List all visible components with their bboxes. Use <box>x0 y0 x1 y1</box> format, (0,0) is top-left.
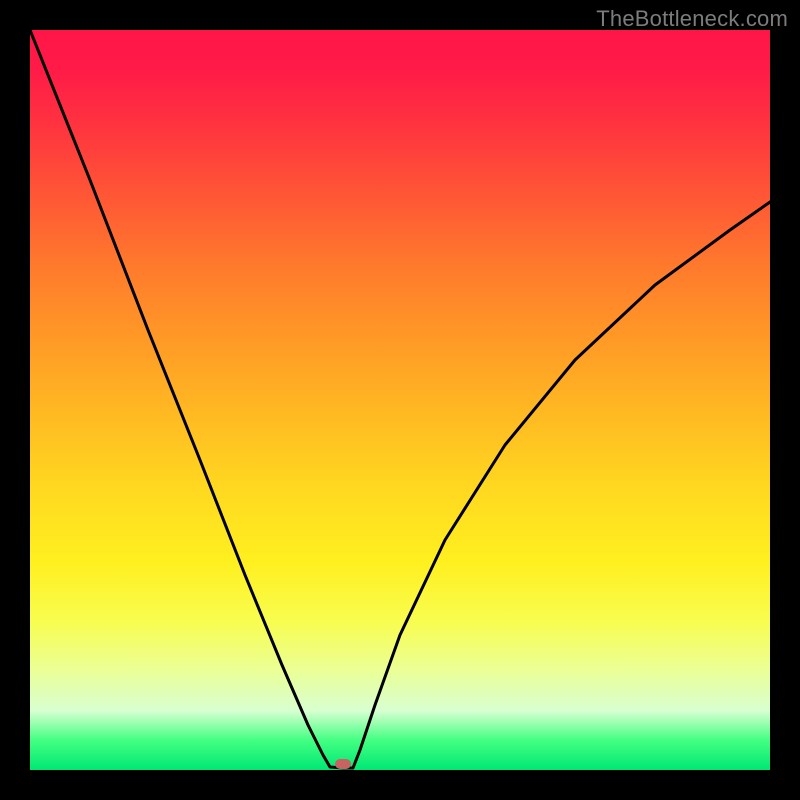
watermark-text: TheBottleneck.com <box>596 6 788 32</box>
outer-frame: TheBottleneck.com <box>0 0 800 800</box>
plot-area <box>30 30 770 770</box>
bottleneck-curve <box>30 30 770 768</box>
minimum-marker <box>335 759 351 769</box>
curve-svg <box>30 30 770 770</box>
